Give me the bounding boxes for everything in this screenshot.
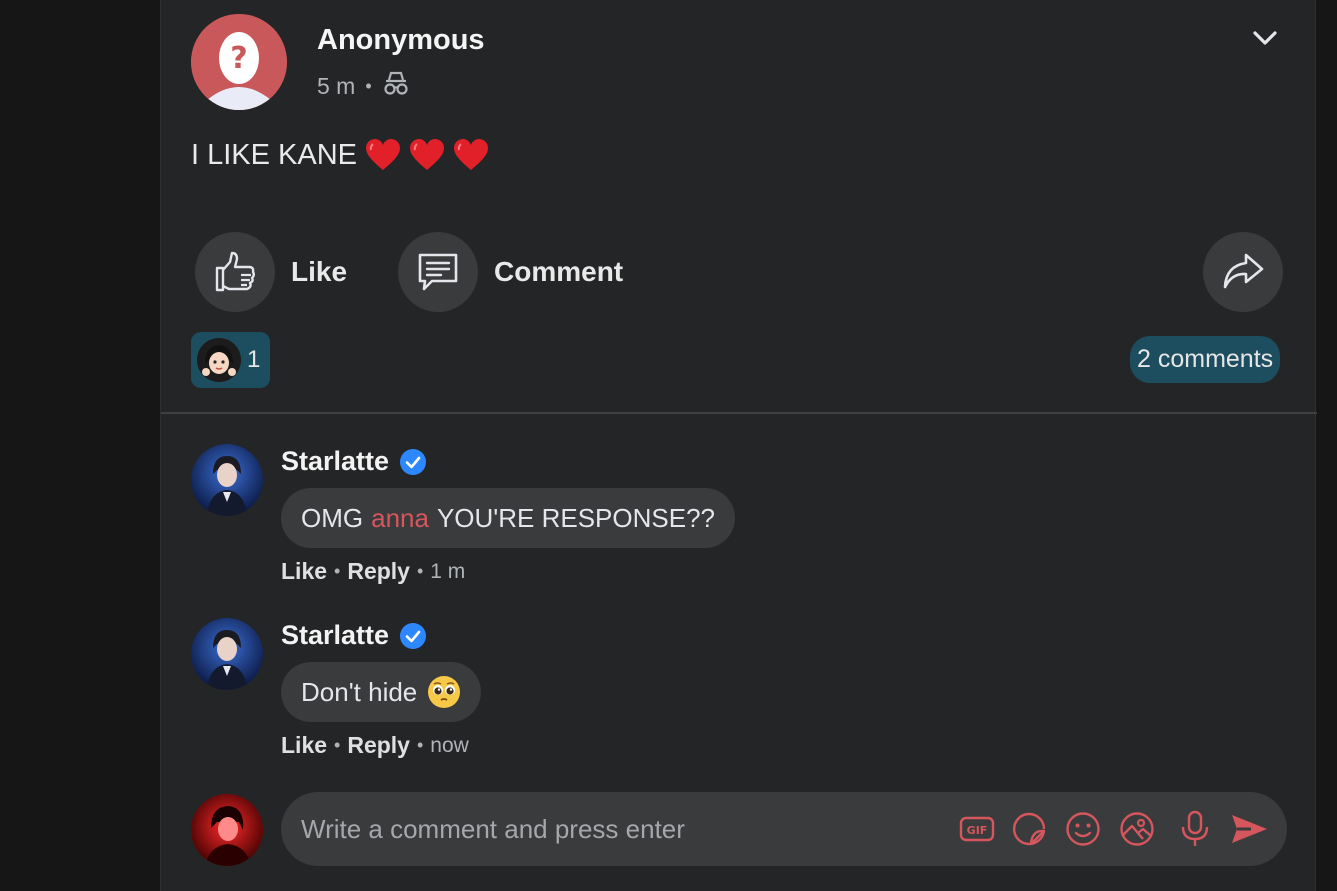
comment-icon-circle[interactable]: [398, 232, 478, 312]
comment-reply-button[interactable]: Reply: [347, 732, 410, 759]
mention-link[interactable]: anna: [371, 503, 429, 534]
like-button[interactable]: Like: [195, 232, 347, 312]
commenter-avatar[interactable]: [191, 618, 263, 690]
verified-icon: [399, 622, 427, 650]
smile-icon[interactable]: [1063, 809, 1103, 849]
incognito-icon: [382, 70, 410, 102]
comment-text-before: OMG: [301, 502, 364, 533]
separator: •: [416, 561, 424, 581]
reactions-badge[interactable]: 1: [191, 332, 270, 388]
comment-reply-button[interactable]: Reply: [347, 558, 410, 585]
comment-text: Don't hide: [301, 676, 418, 707]
share-icon[interactable]: [1203, 232, 1283, 312]
comment-button[interactable]: Comment: [398, 232, 623, 312]
commenter-name[interactable]: Starlatte: [281, 446, 427, 477]
svg-text:GIF: GIF: [967, 824, 988, 837]
divider: [161, 412, 1317, 414]
commenter-name-text[interactable]: Starlatte: [281, 620, 389, 651]
comment-label[interactable]: Comment: [494, 256, 623, 288]
image-icon[interactable]: [1117, 809, 1157, 849]
comment-text-after: YOU'RE RESPONSE??: [436, 502, 716, 533]
heart-icon: [453, 138, 489, 172]
commenter-avatar[interactable]: [191, 444, 263, 516]
sticker-icon[interactable]: [1009, 809, 1049, 849]
share-button[interactable]: [1203, 232, 1283, 312]
send-icon[interactable]: [1229, 809, 1269, 849]
like-icon-circle[interactable]: [195, 232, 275, 312]
comment-icon: [418, 253, 458, 291]
meta-separator: •: [365, 75, 372, 96]
microphone-icon[interactable]: [1175, 809, 1215, 849]
commenter-name-text[interactable]: Starlatte: [281, 446, 389, 477]
comment-time[interactable]: now: [430, 734, 469, 758]
comment-actions: Like • Reply • now: [281, 732, 469, 759]
comment-like-button[interactable]: Like: [281, 732, 327, 759]
comment-composer: GIF: [281, 792, 1287, 866]
like-label[interactable]: Like: [291, 256, 347, 288]
verified-icon: [399, 448, 427, 476]
left-gutter: [0, 0, 160, 891]
anonymous-avatar[interactable]: ?: [191, 14, 287, 110]
comment-input[interactable]: [301, 792, 941, 866]
separator: •: [416, 735, 424, 755]
comment-actions: Like • Reply • 1 m: [281, 558, 465, 585]
post-meta: 5 m •: [317, 70, 410, 102]
svg-text:?: ?: [230, 41, 247, 76]
post-text: I LIKE KANE: [191, 138, 489, 172]
pleading-face-icon: [427, 675, 461, 709]
post-card: ? Anonymous 5 m • I LIKE KANE Like Comme…: [160, 0, 1317, 891]
comment-time[interactable]: 1 m: [430, 560, 465, 584]
current-user-avatar[interactable]: [191, 794, 263, 866]
separator: •: [334, 561, 341, 581]
comment-bubble: OMG anna YOU'RE RESPONSE??: [281, 488, 736, 548]
separator: •: [334, 735, 341, 755]
reaction-count: 1: [247, 346, 261, 373]
post-time[interactable]: 5 m: [317, 73, 355, 100]
thumbs-up-icon: [215, 251, 255, 292]
heart-icon: [409, 138, 445, 172]
right-gutter: [1316, 0, 1337, 891]
gif-icon[interactable]: GIF: [957, 809, 997, 849]
post-text-content: I LIKE KANE: [191, 138, 358, 171]
heart-icon: [365, 138, 401, 172]
reactor-avatar: [197, 338, 241, 382]
commenter-name[interactable]: Starlatte: [281, 620, 427, 651]
chevron-down-icon[interactable]: [1249, 22, 1281, 54]
post-author-name[interactable]: Anonymous: [317, 24, 485, 57]
comments-count-button[interactable]: 2 comments: [1130, 336, 1281, 383]
comment-like-button[interactable]: Like: [281, 558, 327, 585]
comment-bubble: Don't hide: [281, 662, 482, 722]
